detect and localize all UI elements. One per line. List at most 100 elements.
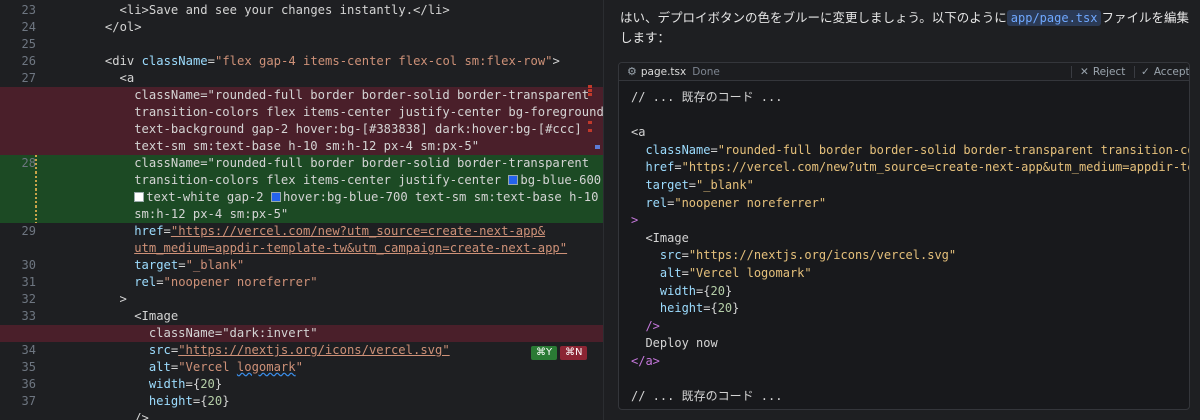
gear-icon: ⚙ — [627, 65, 637, 78]
diff-added-line[interactable]: 28 className="rounded-full border border-… — [0, 155, 603, 172]
code-token: = — [688, 178, 697, 192]
code-token: <Image — [134, 309, 179, 323]
code-token: width — [631, 283, 697, 298]
code-token: = — [710, 142, 718, 157]
code-line[interactable]: 23 <li>Save and see your changes instantl… — [0, 2, 603, 19]
code-token: alt — [148, 360, 171, 374]
line-number: 24 — [21, 20, 36, 34]
code-block-line: // ... 既存のコード ... — [631, 388, 782, 405]
modified-marker — [35, 206, 37, 223]
accept-shortcut-button[interactable]: ⌘Y — [531, 346, 558, 360]
code-token: ={ — [703, 301, 718, 316]
assistant-message: はい、デプロイボタンの色をブルーに変更しましょう。以下のように app/page.… — [620, 8, 1190, 48]
code-block-file[interactable]: ⚙ page.tsx Done — [627, 63, 720, 81]
line-number: 27 — [21, 71, 36, 85]
code-token: > — [552, 54, 560, 68]
minimap-change-marker — [588, 85, 592, 88]
code-block-line: alt="Vercel logomark" — [631, 265, 812, 282]
code-token: "https://vercel.com/new?utm_source=creat… — [681, 160, 1190, 175]
code-line[interactable]: 36 width={20} — [0, 376, 603, 393]
accept-button[interactable]: ✓ Accept — [1141, 63, 1190, 81]
code-token: text-background gap-2 hover:bg-[#383838]… — [134, 122, 582, 136]
color-swatch-icon[interactable] — [270, 192, 281, 202]
diff-deleted-line[interactable]: transition-colors flex items-center just… — [0, 104, 603, 121]
code-token: = — [178, 258, 186, 272]
line-number: 36 — [21, 377, 36, 391]
diff-deleted-line[interactable]: text-sm sm:text-base h-10 sm:h-12 px-4 s… — [0, 138, 603, 155]
code-token: "noopener noreferrer" — [163, 275, 318, 289]
code-line[interactable]: 27 <a — [0, 70, 603, 87]
line-number: 32 — [21, 292, 36, 306]
code-text: <a — [120, 70, 135, 87]
code-token: width — [148, 377, 186, 391]
code-line[interactable]: 30 target="_blank" — [0, 257, 603, 274]
code-text: <Image — [134, 308, 178, 325]
code-block: ⚙ page.tsx Done ✕ Reject ✓ Accept // ... 既存の… — [618, 62, 1190, 410]
code-token: > — [119, 292, 127, 306]
code-line[interactable]: utm_medium=appdir-template-tw&utm_campai… — [0, 240, 603, 257]
diff-deleted-line[interactable]: className="dark:invert" — [0, 325, 603, 342]
code-token: 20 — [200, 377, 215, 391]
code-token: transition-colors flex items-center just… — [134, 105, 603, 119]
file-chip[interactable]: app/page.tsx — [1006, 10, 1102, 26]
diff-added-line[interactable]: text-white gap-2 hover:bg-blue-700 text-… — [0, 189, 603, 206]
code-line[interactable]: /> — [0, 410, 603, 420]
line-number: 25 — [21, 37, 36, 51]
code-text: sm:h-12 px-4 sm:px-5" — [134, 206, 288, 223]
code-block-line: <a — [631, 124, 645, 141]
code-token: <div — [104, 54, 142, 68]
code-token: logomark — [236, 360, 296, 374]
code-line[interactable]: 31 rel="noopener noreferrer" — [0, 274, 603, 291]
minimap-change-marker — [588, 129, 592, 132]
code-editor[interactable]: 23 <li>Save and see your changes instantl… — [0, 0, 603, 420]
code-token: height — [148, 394, 193, 408]
reject-button[interactable]: ✕ Reject — [1080, 63, 1125, 81]
code-block-line: /> — [631, 318, 659, 335]
code-token: 20 — [717, 301, 733, 316]
code-text: text-background gap-2 hover:bg-[#383838]… — [134, 121, 582, 138]
code-block-line: > — [631, 212, 638, 229]
code-token: sm:h-12 px-4 sm:px-5" — [134, 207, 289, 221]
diff-added-line[interactable]: transition-colors flex items-center just… — [0, 172, 603, 189]
code-line[interactable]: 34 src="https://nextjs.org/icons/vercel.s… — [0, 342, 603, 359]
code-line[interactable]: 33 <Image — [0, 308, 603, 325]
code-token: > — [631, 213, 639, 228]
code-token: // ... 既存のコード ... — [631, 90, 783, 104]
line-number: 37 — [21, 394, 36, 408]
code-token: /> — [134, 411, 149, 420]
code-token: = — [681, 266, 689, 280]
modified-marker — [35, 172, 37, 189]
code-token: </a> — [631, 354, 660, 368]
accept-label: Accept — [1153, 66, 1190, 78]
code-text: </ol> — [105, 19, 142, 36]
code-block-line: rel="noopener noreferrer" — [631, 195, 826, 212]
diff-deleted-line[interactable]: className="rounded-full border border-so… — [0, 87, 603, 104]
code-text: alt="Vercel logomark" — [149, 359, 303, 376]
code-token: " — [295, 360, 303, 374]
code-token: "https://nextjs.org/icons/vercel.svg" — [178, 343, 450, 357]
diff-added-line[interactable]: sm:h-12 px-4 sm:px-5" — [0, 206, 603, 223]
reject-shortcut-button[interactable]: ⌘N — [560, 346, 588, 360]
code-text: className="rounded-full border border-so… — [134, 87, 589, 104]
minimap-markers[interactable] — [588, 85, 600, 155]
code-token: className="rounded-full border border-so… — [134, 88, 590, 102]
code-line[interactable]: 26 <div className="flex gap-4 items-cente… — [0, 53, 603, 70]
diff-deleted-line[interactable]: text-background gap-2 hover:bg-[#383838]… — [0, 121, 603, 138]
code-block-line: <Image — [631, 230, 688, 247]
code-token: = — [681, 248, 689, 263]
code-block-line: height={20} — [631, 300, 740, 317]
minimap-change-marker — [588, 121, 592, 124]
code-line[interactable]: 25 — [0, 36, 603, 53]
code-line[interactable]: 24 </ol> — [0, 19, 603, 36]
color-swatch-icon[interactable] — [134, 192, 145, 202]
code-token: "flex gap-4 items-center flex-col sm:fle… — [214, 54, 553, 68]
color-swatch-icon[interactable] — [508, 175, 519, 185]
code-text: transition-colors flex items-center just… — [134, 172, 601, 189]
code-text: utm_medium=appdir-template-tw&utm_campai… — [134, 240, 567, 257]
code-line[interactable]: 35 alt="Vercel logomark" — [0, 359, 603, 376]
code-token: "_blank" — [696, 178, 754, 192]
code-line[interactable]: 32 > — [0, 291, 603, 308]
code-token: = — [207, 54, 215, 68]
code-line[interactable]: 29 href="https://vercel.com/new?utm_sourc… — [0, 223, 603, 240]
code-line[interactable]: 37 height={20} — [0, 393, 603, 410]
